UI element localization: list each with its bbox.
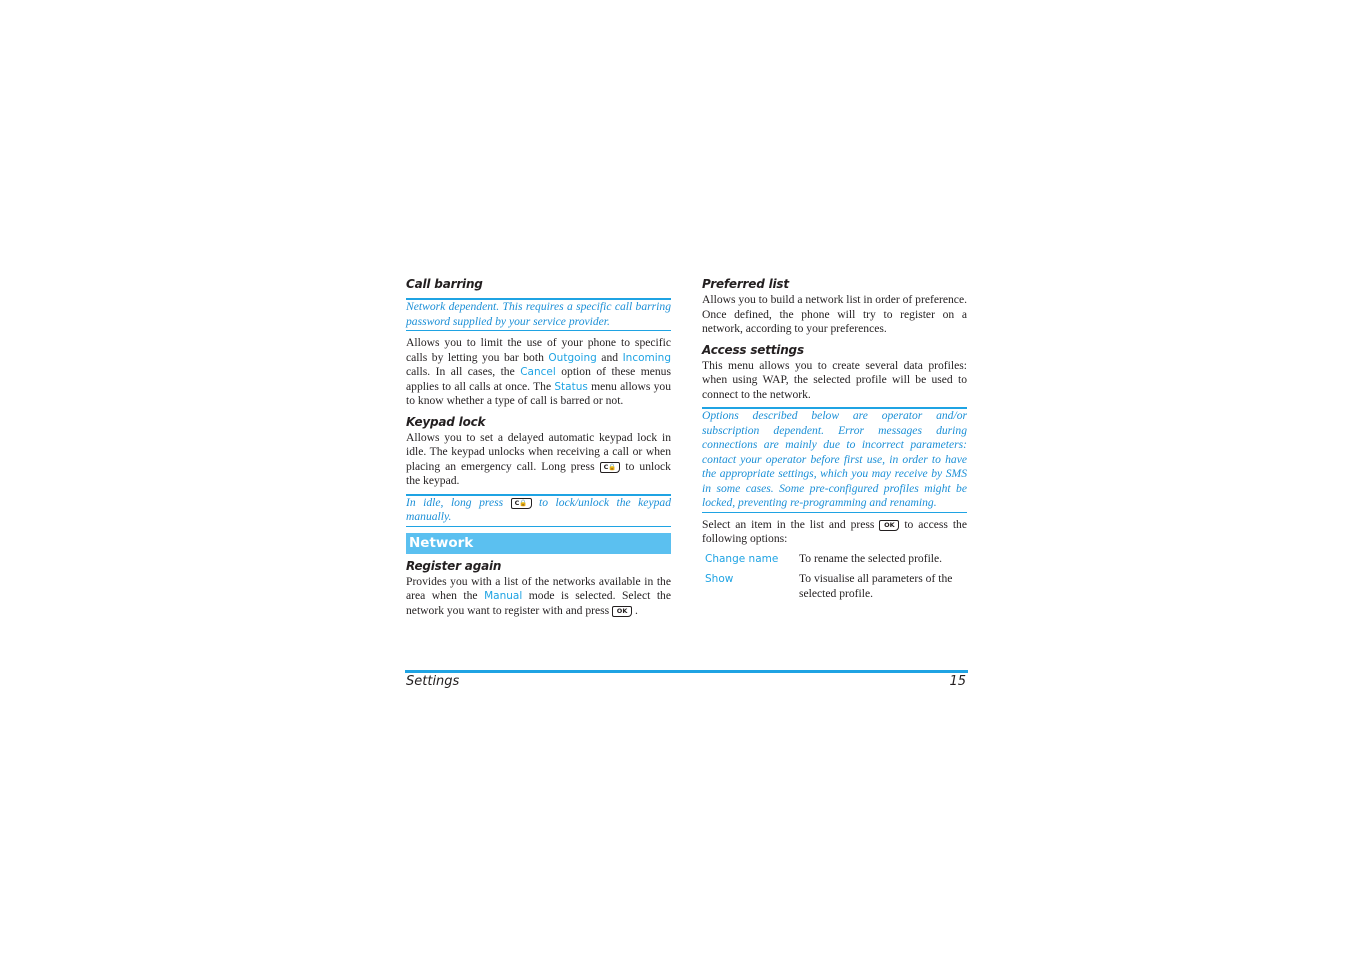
note-text: In idle, long press — [406, 495, 511, 509]
clear-lock-key-icon: C🔒 — [599, 461, 621, 473]
keyword-outgoing: Outgoing — [548, 351, 597, 364]
body-text: . — [632, 603, 638, 617]
access-settings-body: This menu allows you to create several d… — [702, 358, 967, 401]
ok-key-icon: OK — [612, 605, 633, 617]
body-text: Select an item in the list and press — [702, 517, 880, 531]
preferred-list-body: Allows you to build a network list in or… — [702, 293, 967, 335]
access-settings-select-text: Select an item in the list and press OK … — [702, 518, 967, 547]
option-change-name: Change name — [705, 552, 779, 565]
keyword-incoming: Incoming — [622, 351, 671, 364]
keyword-cancel: Cancel — [520, 366, 556, 378]
access-settings-heading: Access settings — [702, 342, 804, 357]
keyword-manual: Manual — [484, 590, 523, 602]
clear-lock-key-icon: C🔒 — [510, 497, 532, 509]
register-again-section: Register again Provides you with a list … — [406, 558, 671, 619]
footer-divider — [405, 670, 968, 673]
keypad-lock-body: Allows you to set a delayed automatic ke… — [406, 431, 671, 489]
body-text: and — [596, 350, 623, 364]
left-column: Call barring Network dependent. This req… — [406, 276, 671, 618]
network-section-banner: Network — [406, 532, 671, 554]
option-show: Show — [705, 573, 734, 585]
call-barring-heading: Call barring — [406, 277, 483, 291]
options-table: Change name To rename the selected profi… — [702, 552, 967, 608]
option-description: To visualise all parameters of the selec… — [799, 572, 953, 600]
option-description: To rename the selected profile. — [799, 551, 943, 565]
keyword-status: Status — [554, 380, 588, 393]
preferred-list-section: Preferred list Allows you to build a net… — [702, 276, 967, 337]
register-again-heading: Register again — [406, 558, 502, 573]
footer-section-title: Settings — [406, 674, 460, 689]
call-barring-body: Allows you to limit the use of your phon… — [406, 336, 671, 409]
ok-key-icon: OK — [879, 519, 900, 531]
option-name: Show — [702, 572, 799, 607]
option-name: Change name — [702, 552, 799, 573]
access-settings-note: Options described below are operator and… — [702, 407, 967, 513]
call-barring-note: Network dependent. This requires a speci… — [406, 298, 671, 331]
keypad-lock-section: Keypad lock Allows you to set a delayed … — [406, 414, 671, 527]
preferred-list-heading: Preferred list — [702, 277, 789, 291]
register-again-body: Provides you with a list of the networks… — [406, 575, 671, 619]
right-column: Preferred list Allows you to build a net… — [702, 276, 967, 607]
access-settings-section: Access settings This menu allows you to … — [702, 342, 967, 608]
call-barring-section: Call barring Network dependent. This req… — [406, 276, 671, 409]
keypad-lock-note: In idle, long press C🔒 to lock/unlock th… — [406, 493, 671, 527]
body-text: calls. In all cases, the — [406, 365, 521, 378]
keypad-lock-heading: Keypad lock — [406, 414, 486, 429]
option-row: Change name To rename the selected profi… — [702, 552, 967, 573]
option-row: Show To visualise all parameters of the … — [702, 572, 967, 607]
page-number: 15 — [949, 674, 966, 689]
